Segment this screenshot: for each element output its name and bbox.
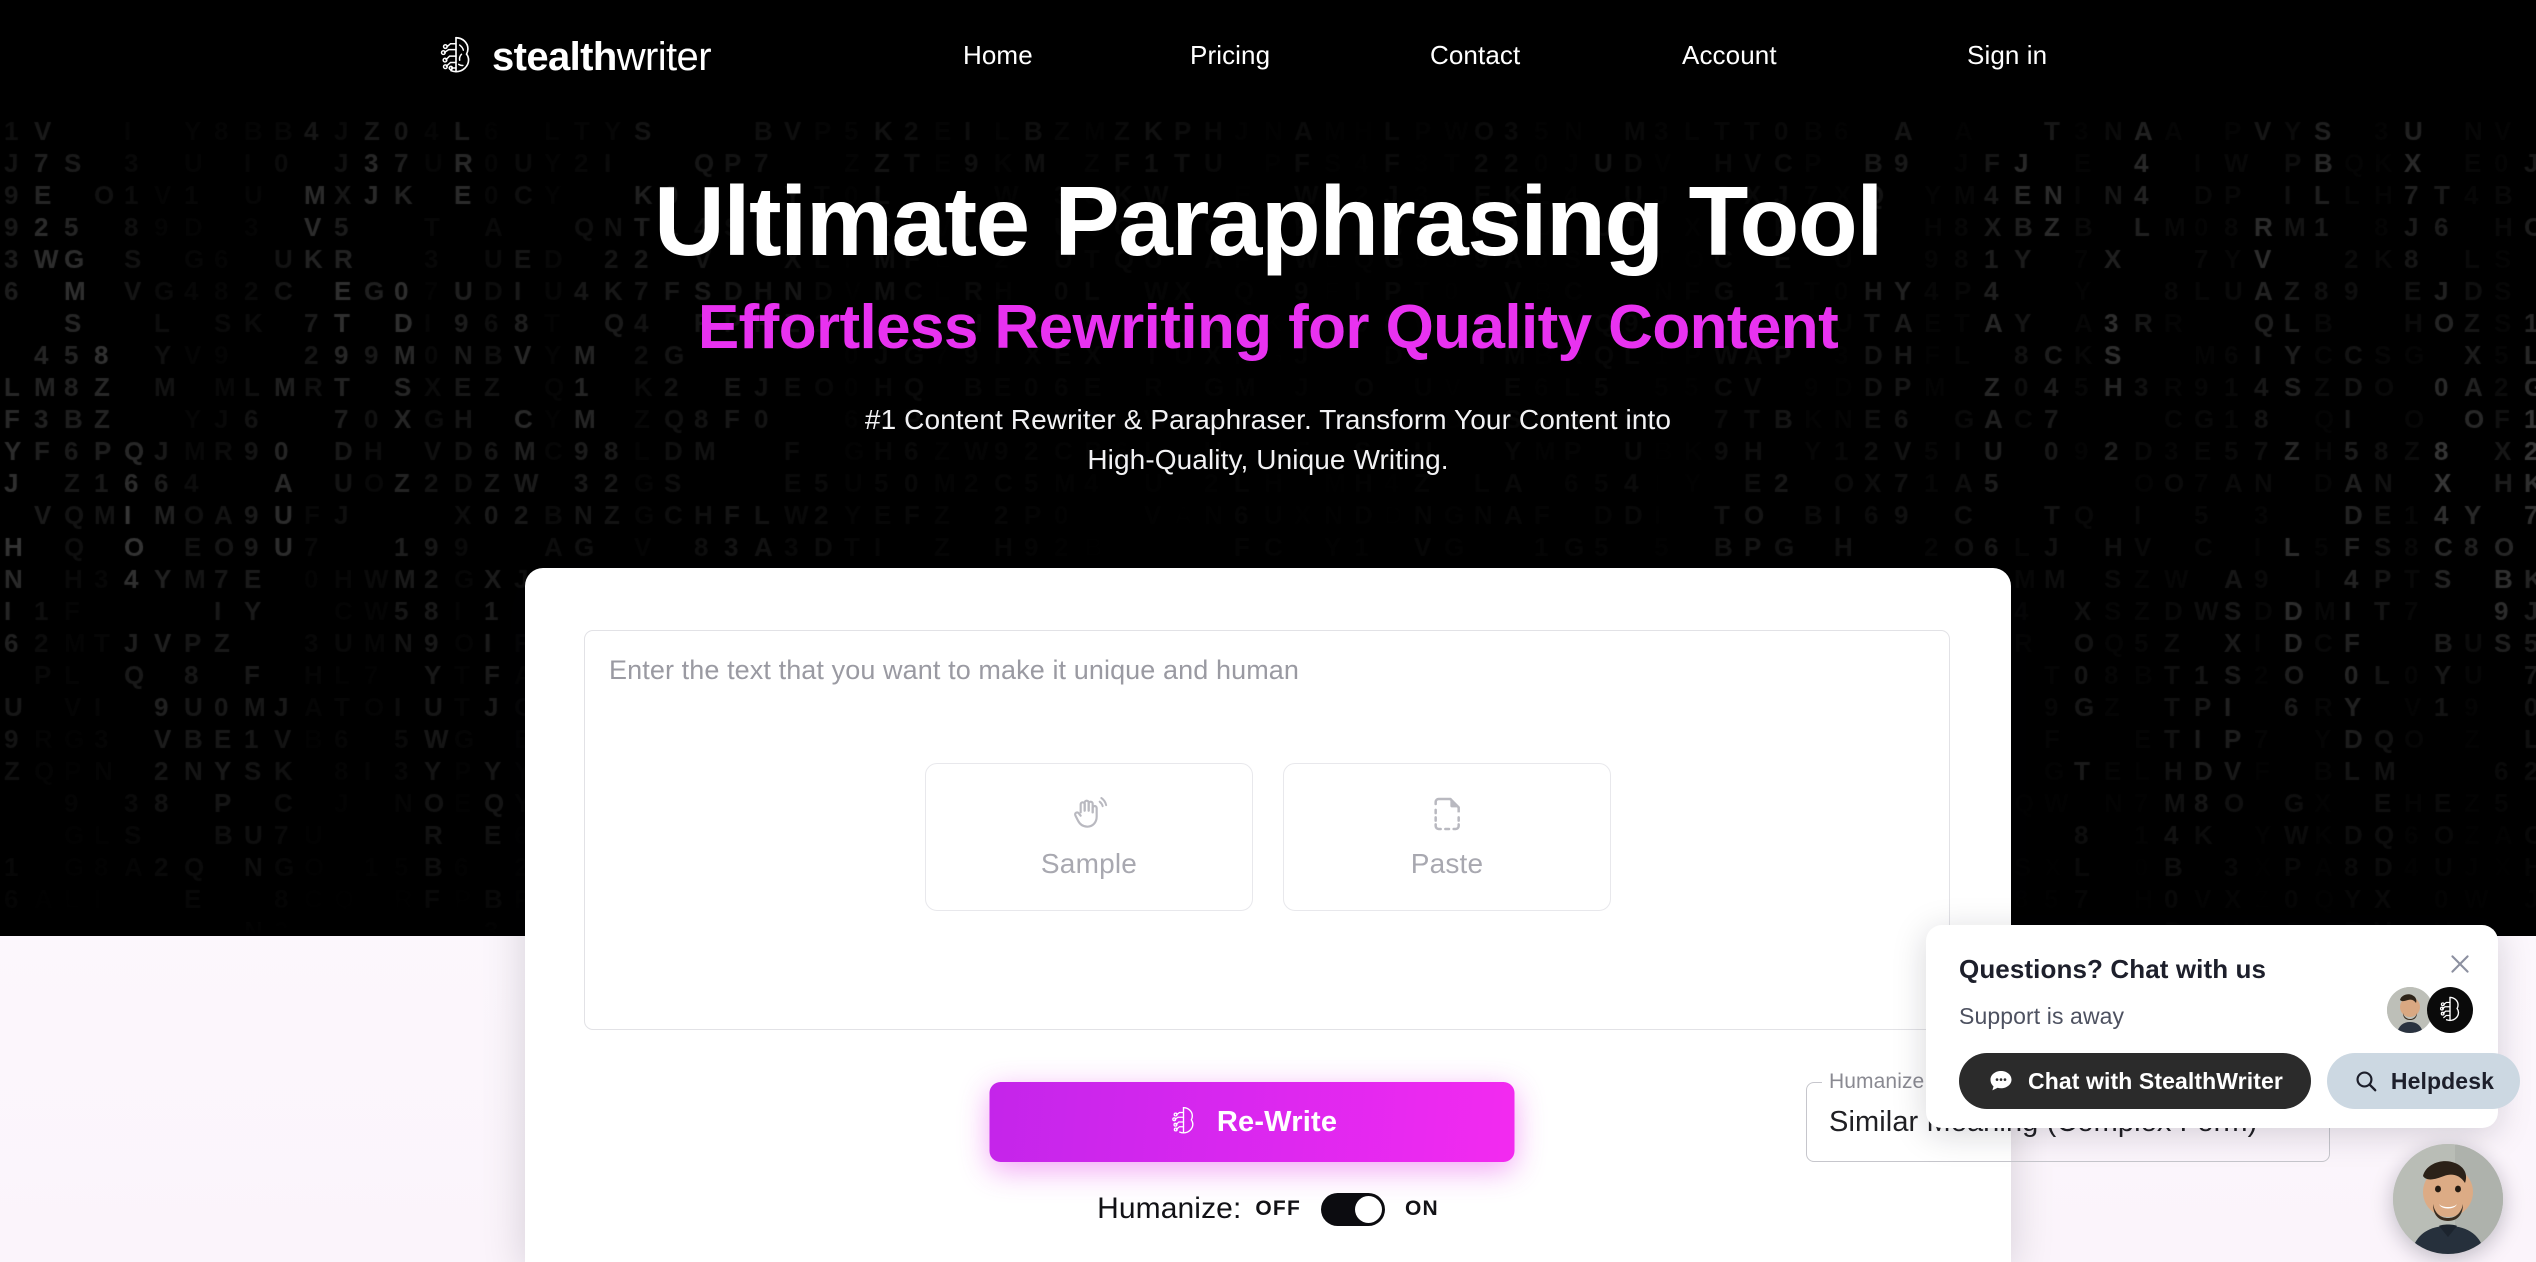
paste-button-label: Paste xyxy=(1410,848,1484,879)
humanize-toggle-knob xyxy=(1354,1195,1382,1223)
helpdesk-button[interactable]: Helpdesk xyxy=(2326,1053,2520,1109)
hero-description-line-2: High-Quality, Unique Writing. xyxy=(1087,443,1449,475)
brain-circuit-icon xyxy=(1172,1107,1194,1134)
waving-hand-icon xyxy=(1074,797,1108,828)
paste-button[interactable]: Paste xyxy=(1283,763,1611,911)
close-icon[interactable] xyxy=(2446,950,2474,978)
nav-item-home[interactable]: Home xyxy=(963,40,1033,71)
nav-item-contact[interactable]: Contact xyxy=(1430,40,1520,71)
rewrite-button[interactable]: Re-Write xyxy=(989,1082,1515,1162)
agent-photo-avatar xyxy=(2393,1144,2503,1254)
text-input-placeholder: Enter the text that you want to make it … xyxy=(609,655,1300,685)
main-navigation: Home Pricing Contact Account Sign in xyxy=(930,40,2110,86)
chat-widget-title: Questions? Chat with us xyxy=(1959,954,2267,984)
chat-primary-label: Chat with StealthWriter xyxy=(2028,1067,2283,1094)
page-root: stealthwriter Home Pricing Contact Accou… xyxy=(0,0,2536,1262)
brand-wordmark: stealthwriter xyxy=(492,35,712,79)
hero-subtitle: Effortless Rewriting for Quality Content xyxy=(697,292,1839,362)
chat-widget: Questions? Chat with us Support is away xyxy=(1926,925,2520,1128)
hero-description-line-1: #1 Content Rewriter & Paraphraser. Trans… xyxy=(864,404,1672,436)
hero-description: #1 Content Rewriter & Paraphraser. Trans… xyxy=(0,400,2536,480)
brand-name-light: writer xyxy=(616,35,712,79)
chat-launcher-button[interactable] xyxy=(2393,1144,2503,1254)
bot-avatar xyxy=(2427,987,2473,1033)
humanize-toggle-label: Humanize: xyxy=(1097,1192,1242,1225)
sample-button-label: Sample xyxy=(1040,848,1138,879)
brand-logo[interactable]: stealthwriter xyxy=(434,34,712,80)
nav-item-account[interactable]: Account xyxy=(1682,40,1777,71)
text-input-area[interactable]: Enter the text that you want to make it … xyxy=(584,630,1950,1030)
paraphrase-tool-card: Enter the text that you want to make it … xyxy=(525,568,2330,1262)
hero-copy: Ultimate Paraphrasing Tool Effortless Re… xyxy=(0,166,2536,480)
tool-controls-row: Re-Write Humanize Method Similar Meaning… xyxy=(584,1070,2330,1170)
search-icon xyxy=(2356,1071,2377,1092)
page-title: Ultimate Paraphrasing Tool xyxy=(654,166,1883,276)
chat-bubble-icon xyxy=(1990,1070,2012,1091)
humanize-toggle-switch[interactable] xyxy=(1320,1192,1385,1226)
brain-circuit-icon xyxy=(2439,996,2460,1021)
humanize-toggle-row: Humanize: OFF ON xyxy=(0,1192,2536,1226)
chat-avatar-group xyxy=(2387,987,2473,1033)
chat-with-stealthwriter-button[interactable]: Chat with StealthWriter xyxy=(1959,1053,2311,1109)
chat-widget-status: Support is away xyxy=(1959,1003,2125,1029)
site-header: stealthwriter Home Pricing Contact Accou… xyxy=(0,0,2536,120)
humanize-on-label: ON xyxy=(1404,1197,1439,1220)
chat-action-buttons: Chat with StealthWriter Helpdesk xyxy=(1959,1053,2520,1109)
humanize-off-label: OFF xyxy=(1255,1197,1301,1220)
paste-document-icon xyxy=(1434,797,1460,831)
brand-name-bold: stealth xyxy=(492,35,617,79)
helpdesk-label: Helpdesk xyxy=(2390,1067,2494,1094)
nav-item-sign-in[interactable]: Sign in xyxy=(1967,40,2047,71)
rewrite-button-label: Re-Write xyxy=(1216,1105,1338,1138)
nav-item-pricing[interactable]: Pricing xyxy=(1190,40,1270,71)
brain-circuit-icon xyxy=(440,36,470,73)
quick-action-buttons: Sample Paste xyxy=(925,763,1611,911)
sample-button[interactable]: Sample xyxy=(925,763,1253,911)
